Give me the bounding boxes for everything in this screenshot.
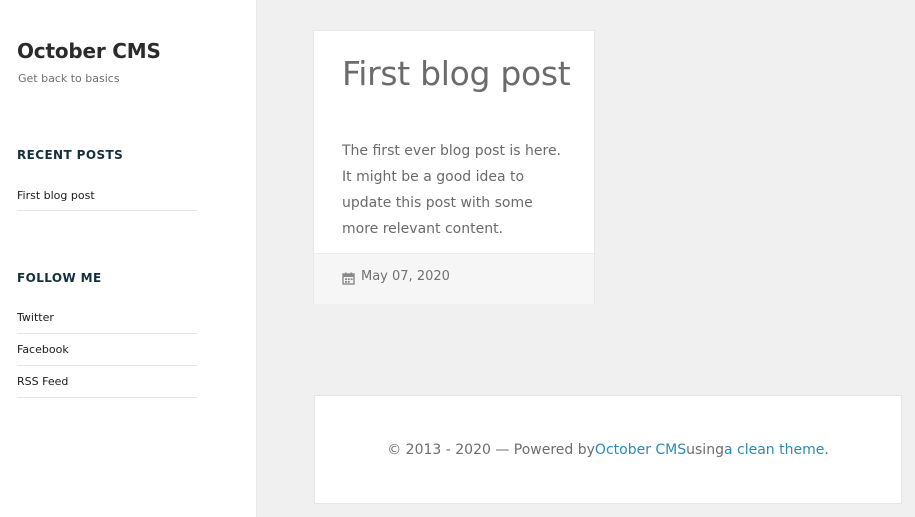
follow-item-rss: RSS Feed [17,366,197,398]
follow-me-list: Twitter Facebook RSS Feed [17,302,197,398]
site-footer: © 2013 - 2020 — Powered by October CMS u… [314,395,902,504]
clean-theme-link[interactable]: a clean theme [724,442,824,458]
follow-item-facebook: Facebook [17,334,197,366]
follow-item-twitter: Twitter [17,302,197,334]
sidebar: October CMS Get back to basics RECENT PO… [0,0,257,517]
post-title-link[interactable]: First blog post [342,54,571,93]
follow-me-heading: FOLLOW ME [17,271,102,285]
recent-post-link-first-blog-post[interactable]: First blog post [17,189,95,202]
recent-post-item: First blog post [17,180,197,211]
recent-posts-heading: RECENT POSTS [17,148,124,162]
post-date: May 07, 2020 [361,269,450,284]
page: October CMS Get back to basics RECENT PO… [0,0,915,517]
twitter-link[interactable]: Twitter [17,311,54,324]
recent-posts-list: First blog post [17,180,197,211]
blog-post-card: First blog post The first ever blog post… [313,30,595,304]
footer-period: . [824,441,829,458]
footer-copyright-text: © 2013 - 2020 — Powered by [387,441,595,458]
post-meta: May 07, 2020 [314,253,594,304]
october-cms-link[interactable]: October CMS [595,442,686,458]
facebook-link[interactable]: Facebook [17,343,69,356]
calendar-icon [342,272,355,285]
footer-using-text: using [686,441,724,458]
site-tagline: Get back to basics [18,72,120,85]
site-title-link[interactable]: October CMS [17,39,161,63]
post-excerpt: The first ever blog post is here. It mig… [342,143,562,237]
rss-feed-link[interactable]: RSS Feed [17,375,68,388]
